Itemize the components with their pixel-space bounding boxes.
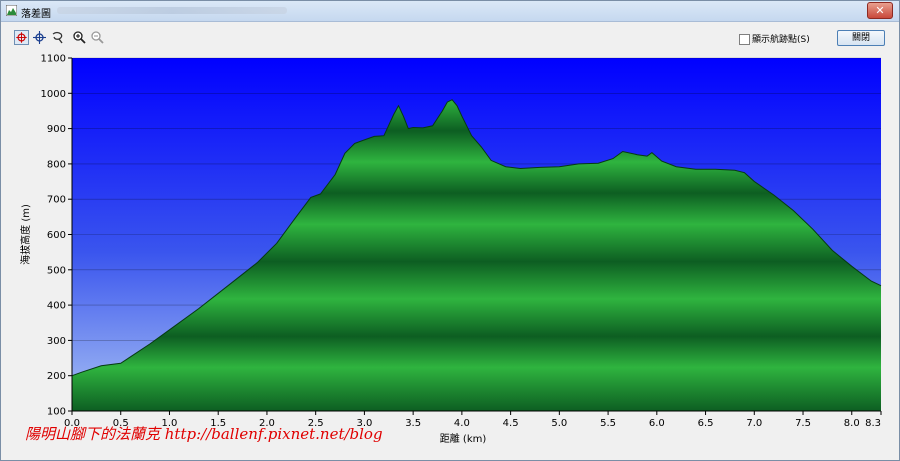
- x-axis-label: 距離 (km): [440, 432, 487, 445]
- x-tick-label: 5.0: [551, 418, 567, 429]
- x-tick-label: 8.0: [844, 418, 860, 429]
- y-tick-label: 900: [47, 124, 66, 135]
- x-tick-label: 7.5: [795, 418, 811, 429]
- x-tick-label: 6.5: [698, 418, 714, 429]
- y-tick-label: 1000: [41, 89, 66, 100]
- y-tick-label: 100: [47, 407, 66, 418]
- profile-window: 落差圖 ✕ 顯示航跡點(S) 關閉 100 200 300 400 500 60…: [0, 0, 900, 461]
- x-tick-label: 4.0: [454, 418, 470, 429]
- y-tick-label: 1100: [41, 54, 66, 65]
- y-tick-label: 700: [47, 195, 66, 206]
- x-tick-label: 5.5: [600, 418, 616, 429]
- x-tick-label: 7.0: [746, 418, 762, 429]
- y-axis-label: 海拔高度 (m): [19, 204, 32, 265]
- x-tick-label: 8.3: [865, 418, 881, 429]
- y-tick-label: 300: [47, 336, 66, 347]
- x-tick-label: 6.0: [649, 418, 665, 429]
- y-tick-label: 800: [47, 159, 66, 170]
- y-axis: 100 200 300 400 500 600 700 800 900 1000 1100: [41, 54, 73, 418]
- y-tick-label: 600: [47, 230, 66, 241]
- x-tick-label: 3.5: [405, 418, 421, 429]
- y-tick-label: 500: [47, 265, 66, 276]
- y-tick-label: 400: [47, 301, 66, 312]
- elevation-chart[interactable]: 10020030040050060070080090010001100 0.0 0…: [1, 1, 899, 460]
- y-tick-label: 200: [47, 371, 66, 382]
- watermark-text: 陽明山腳下的法蘭克 http://ballenf.pixnet.net/blog: [25, 425, 383, 443]
- x-tick-label: 4.5: [503, 418, 519, 429]
